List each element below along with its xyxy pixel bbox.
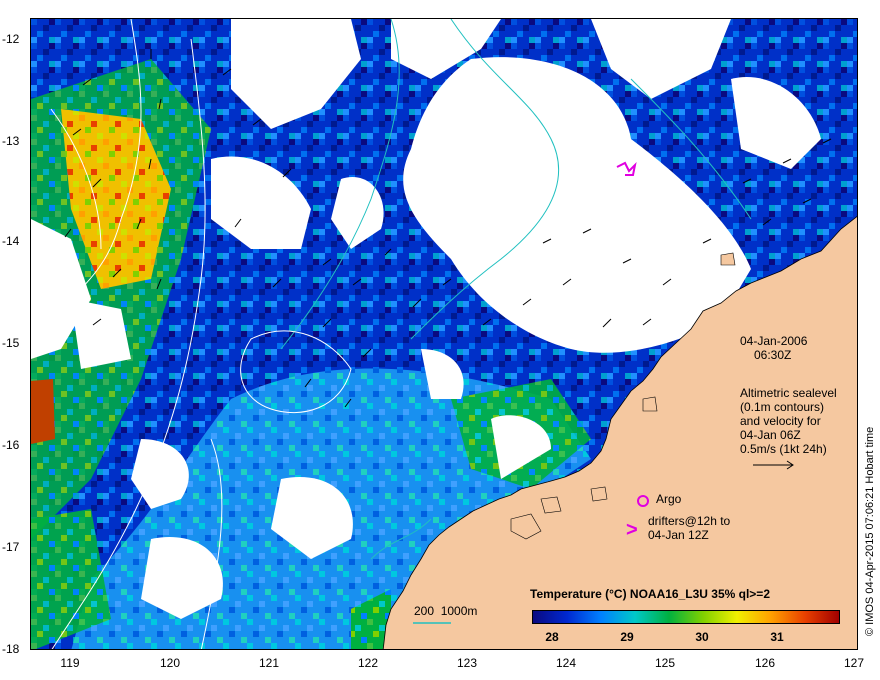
altimetry-line-5: 0.5m/s (1kt 24h) bbox=[740, 442, 827, 456]
lon-tick: 124 bbox=[555, 656, 577, 670]
altimetry-line-4: 04-Jan 06Z bbox=[740, 428, 801, 442]
colorbar-tick: 28 bbox=[545, 630, 559, 644]
credit-text: © IMOS 04-Apr-2015 07:06:21 Hobart time bbox=[864, 426, 876, 636]
lat-tick: -15 bbox=[2, 336, 20, 350]
depth-legend-label: 200 1000m bbox=[414, 604, 478, 618]
map-panel[interactable] bbox=[30, 18, 858, 650]
drifter-line-1: drifters@12h to bbox=[648, 514, 731, 528]
lat-tick: -12 bbox=[2, 32, 20, 46]
colorbar-title: Temperature (°C) NOAA16_L3U 35% ql>=2 bbox=[530, 587, 770, 601]
lon-tick: 126 bbox=[754, 656, 776, 670]
colorbar-tick: 31 bbox=[770, 630, 784, 644]
lat-tick: -18 bbox=[2, 642, 20, 656]
altimetry-line-3: and velocity for bbox=[740, 414, 821, 428]
lon-tick: 125 bbox=[654, 656, 676, 670]
sst-map bbox=[31, 19, 857, 649]
lat-tick: -16 bbox=[2, 438, 20, 452]
lon-tick: 120 bbox=[159, 656, 181, 670]
map-time: 06:30Z bbox=[754, 348, 792, 362]
map-date: 04-Jan-2006 bbox=[740, 334, 808, 348]
lat-tick: -17 bbox=[2, 540, 20, 554]
colorbar-tick: 30 bbox=[695, 630, 709, 644]
argo-label: Argo bbox=[656, 492, 682, 506]
drifter-marker: > bbox=[626, 519, 638, 541]
lon-tick: 127 bbox=[843, 656, 865, 670]
lat-tick: -14 bbox=[2, 234, 20, 248]
altimetry-line-2: (0.1m contours) bbox=[740, 400, 825, 414]
drifter-line-2: 04-Jan 12Z bbox=[648, 528, 709, 542]
lon-tick: 123 bbox=[456, 656, 478, 670]
sst-field-red bbox=[31, 379, 55, 444]
lon-tick: 121 bbox=[258, 656, 280, 670]
colorbar-tick: 29 bbox=[620, 630, 634, 644]
lon-tick: 122 bbox=[357, 656, 379, 670]
lon-tick: 119 bbox=[60, 656, 80, 670]
altimetry-line-1: Altimetric sealevel bbox=[740, 386, 837, 400]
colorbar bbox=[532, 610, 840, 624]
lat-tick: -13 bbox=[2, 134, 20, 148]
